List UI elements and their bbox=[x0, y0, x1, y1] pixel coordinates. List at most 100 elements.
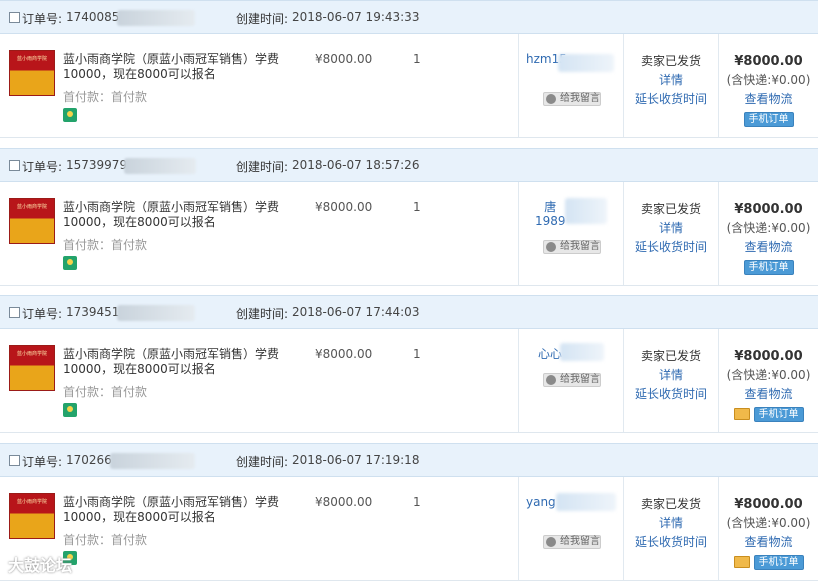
total-amount: ¥8000.00 bbox=[734, 349, 803, 364]
order-header: 订单号: 1739451 创建时间: 2018-06-07 17:44:03 bbox=[0, 295, 818, 329]
unit-price: ¥8000.00 bbox=[315, 347, 373, 361]
details-link[interactable]: 详情 bbox=[624, 219, 718, 238]
created-label: 创建时间: bbox=[236, 12, 289, 26]
order-header: 订单号: 170266 创建时间: 2018-06-07 17:19:18 bbox=[0, 443, 818, 477]
order-id: 170266 bbox=[66, 453, 112, 467]
order-no-label: 订单号: bbox=[22, 455, 63, 469]
mobile-order-badge[interactable]: 手机订单 bbox=[743, 112, 794, 127]
details-link[interactable]: 详情 bbox=[624, 366, 718, 385]
order-no-label: 订单号: bbox=[22, 307, 63, 321]
view-logistics-link[interactable]: 查看物流 bbox=[719, 385, 818, 404]
shipping-fee: (含快递:¥0.00) bbox=[726, 73, 811, 87]
order-id: 15739979 bbox=[66, 158, 128, 172]
order-status-cell: 卖家已发货 详情 延长收货时间 bbox=[624, 52, 718, 109]
product-thumbnail[interactable]: 蓝小雨商学院 bbox=[9, 493, 55, 539]
created-time: 2018-06-07 18:57:26 bbox=[292, 158, 420, 172]
leave-message-button[interactable]: 给我留言 bbox=[543, 535, 601, 549]
order-status-cell: 卖家已发货 详情 延长收货时间 bbox=[624, 347, 718, 404]
select-order-checkbox[interactable] bbox=[9, 12, 20, 23]
redacted-block bbox=[117, 305, 195, 321]
deposit-text: 首付款：首付款 bbox=[63, 533, 148, 547]
deposit-text: 首付款：首付款 bbox=[63, 90, 148, 104]
select-order-checkbox[interactable] bbox=[9, 160, 20, 171]
order-no-label: 订单号: bbox=[22, 160, 63, 174]
extend-receipt-link[interactable]: 延长收货时间 bbox=[624, 385, 718, 404]
order-header: 订单号: 15739979 创建时间: 2018-06-07 18:57:26 bbox=[0, 148, 818, 182]
created-label: 创建时间: bbox=[236, 455, 289, 469]
order-header: 订单号: 1740085 创建时间: 2018-06-07 19:43:33 bbox=[0, 0, 818, 34]
mobile-order-badge[interactable]: 手机订单 bbox=[753, 555, 804, 570]
order-id: 1739451 bbox=[66, 305, 120, 319]
redacted-block bbox=[560, 343, 604, 361]
vip-icon bbox=[63, 108, 77, 122]
thumb-text: 蓝小雨商学院 bbox=[16, 351, 47, 357]
shipping-fee: (含快递:¥0.00) bbox=[726, 516, 811, 530]
redacted-block bbox=[565, 198, 607, 224]
product-title-link[interactable]: 蓝小雨商学院（原蓝小雨冠军销售）学费10000，现在8000可以报名 bbox=[63, 200, 313, 230]
shipping-fee: (含快递:¥0.00) bbox=[726, 368, 811, 382]
thumb-text: 蓝小雨商学院 bbox=[16, 499, 47, 505]
created-label: 创建时间: bbox=[236, 160, 289, 174]
divider bbox=[518, 329, 519, 432]
buyer-name-link[interactable]: yang bbox=[526, 495, 556, 509]
total-cell: ¥8000.00 (含快递:¥0.00) 查看物流 手机订单 bbox=[719, 200, 818, 276]
watermark: 大鼓论坛 bbox=[8, 556, 73, 575]
order-status: 卖家已发货 bbox=[640, 349, 701, 363]
select-order-checkbox[interactable] bbox=[9, 307, 20, 318]
extend-receipt-link[interactable]: 延长收货时间 bbox=[624, 238, 718, 257]
leave-message-button[interactable]: 给我留言 bbox=[543, 240, 601, 254]
total-cell: ¥8000.00 (含快递:¥0.00) 查看物流 手机订单 bbox=[719, 347, 818, 423]
shipping-fee: (含快递:¥0.00) bbox=[726, 221, 811, 235]
view-logistics-link[interactable]: 查看物流 bbox=[719, 533, 818, 552]
divider bbox=[518, 182, 519, 285]
order-status: 卖家已发货 bbox=[640, 497, 701, 511]
buyer-name-link[interactable]: 唐 1989 bbox=[535, 200, 566, 228]
extend-receipt-link[interactable]: 延长收货时间 bbox=[624, 533, 718, 552]
total-amount: ¥8000.00 bbox=[734, 202, 803, 217]
mobile-order-badge[interactable]: 手机订单 bbox=[743, 260, 794, 275]
view-logistics-link[interactable]: 查看物流 bbox=[719, 90, 818, 109]
total-cell: ¥8000.00 (含快递:¥0.00) 查看物流 手机订单 bbox=[719, 495, 818, 571]
product-title-link[interactable]: 蓝小雨商学院（原蓝小雨冠军销售）学费10000，现在8000可以报名 bbox=[63, 495, 313, 525]
view-logistics-link[interactable]: 查看物流 bbox=[719, 238, 818, 257]
leave-message-button[interactable]: 给我留言 bbox=[543, 92, 601, 106]
card-icon bbox=[733, 407, 750, 420]
order-body: 蓝小雨商学院 蓝小雨商学院（原蓝小雨冠军销售）学费10000，现在8000可以报… bbox=[0, 34, 818, 138]
order-no-label: 订单号: bbox=[22, 12, 63, 26]
order-body: 蓝小雨商学院 蓝小雨商学院（原蓝小雨冠军销售）学费10000，现在8000可以报… bbox=[0, 329, 818, 433]
order-body: 蓝小雨商学院 蓝小雨商学院（原蓝小雨冠军销售）学费10000，现在8000可以报… bbox=[0, 477, 818, 581]
quantity: 1 bbox=[413, 200, 421, 214]
product-thumbnail[interactable]: 蓝小雨商学院 bbox=[9, 345, 55, 391]
unit-price: ¥8000.00 bbox=[315, 495, 373, 509]
divider bbox=[518, 34, 519, 137]
product-title-link[interactable]: 蓝小雨商学院（原蓝小雨冠军销售）学费10000，现在8000可以报名 bbox=[63, 52, 313, 82]
vip-icon bbox=[63, 256, 77, 270]
total-cell: ¥8000.00 (含快递:¥0.00) 查看物流 手机订单 bbox=[719, 52, 818, 128]
divider bbox=[518, 477, 519, 580]
deposit-text: 首付款：首付款 bbox=[63, 385, 148, 399]
select-order-checkbox[interactable] bbox=[9, 455, 20, 466]
mobile-order-badge[interactable]: 手机订单 bbox=[753, 407, 804, 422]
unit-price: ¥8000.00 bbox=[315, 200, 373, 214]
extend-receipt-link[interactable]: 延长收货时间 bbox=[624, 90, 718, 109]
card-icon bbox=[733, 555, 750, 568]
quantity: 1 bbox=[413, 52, 421, 66]
buyer-name-link[interactable]: 心心 bbox=[538, 347, 562, 361]
order-body: 蓝小雨商学院 蓝小雨商学院（原蓝小雨冠军销售）学费10000，现在8000可以报… bbox=[0, 182, 818, 286]
details-link[interactable]: 详情 bbox=[624, 71, 718, 90]
product-title-link[interactable]: 蓝小雨商学院（原蓝小雨冠军销售）学费10000，现在8000可以报名 bbox=[63, 347, 313, 377]
quantity: 1 bbox=[413, 495, 421, 509]
details-link[interactable]: 详情 bbox=[624, 514, 718, 533]
order-id: 1740085 bbox=[66, 10, 120, 24]
quantity: 1 bbox=[413, 347, 421, 361]
product-thumbnail[interactable]: 蓝小雨商学院 bbox=[9, 50, 55, 96]
leave-message-button[interactable]: 给我留言 bbox=[543, 373, 601, 387]
created-time: 2018-06-07 19:43:33 bbox=[292, 10, 420, 24]
thumb-text: 蓝小雨商学院 bbox=[16, 204, 47, 210]
order-status: 卖家已发货 bbox=[640, 202, 701, 216]
vip-icon bbox=[63, 403, 77, 417]
order-status-cell: 卖家已发货 详情 延长收货时间 bbox=[624, 200, 718, 257]
redacted-block bbox=[556, 493, 616, 511]
redacted-block bbox=[117, 10, 195, 26]
product-thumbnail[interactable]: 蓝小雨商学院 bbox=[9, 198, 55, 244]
